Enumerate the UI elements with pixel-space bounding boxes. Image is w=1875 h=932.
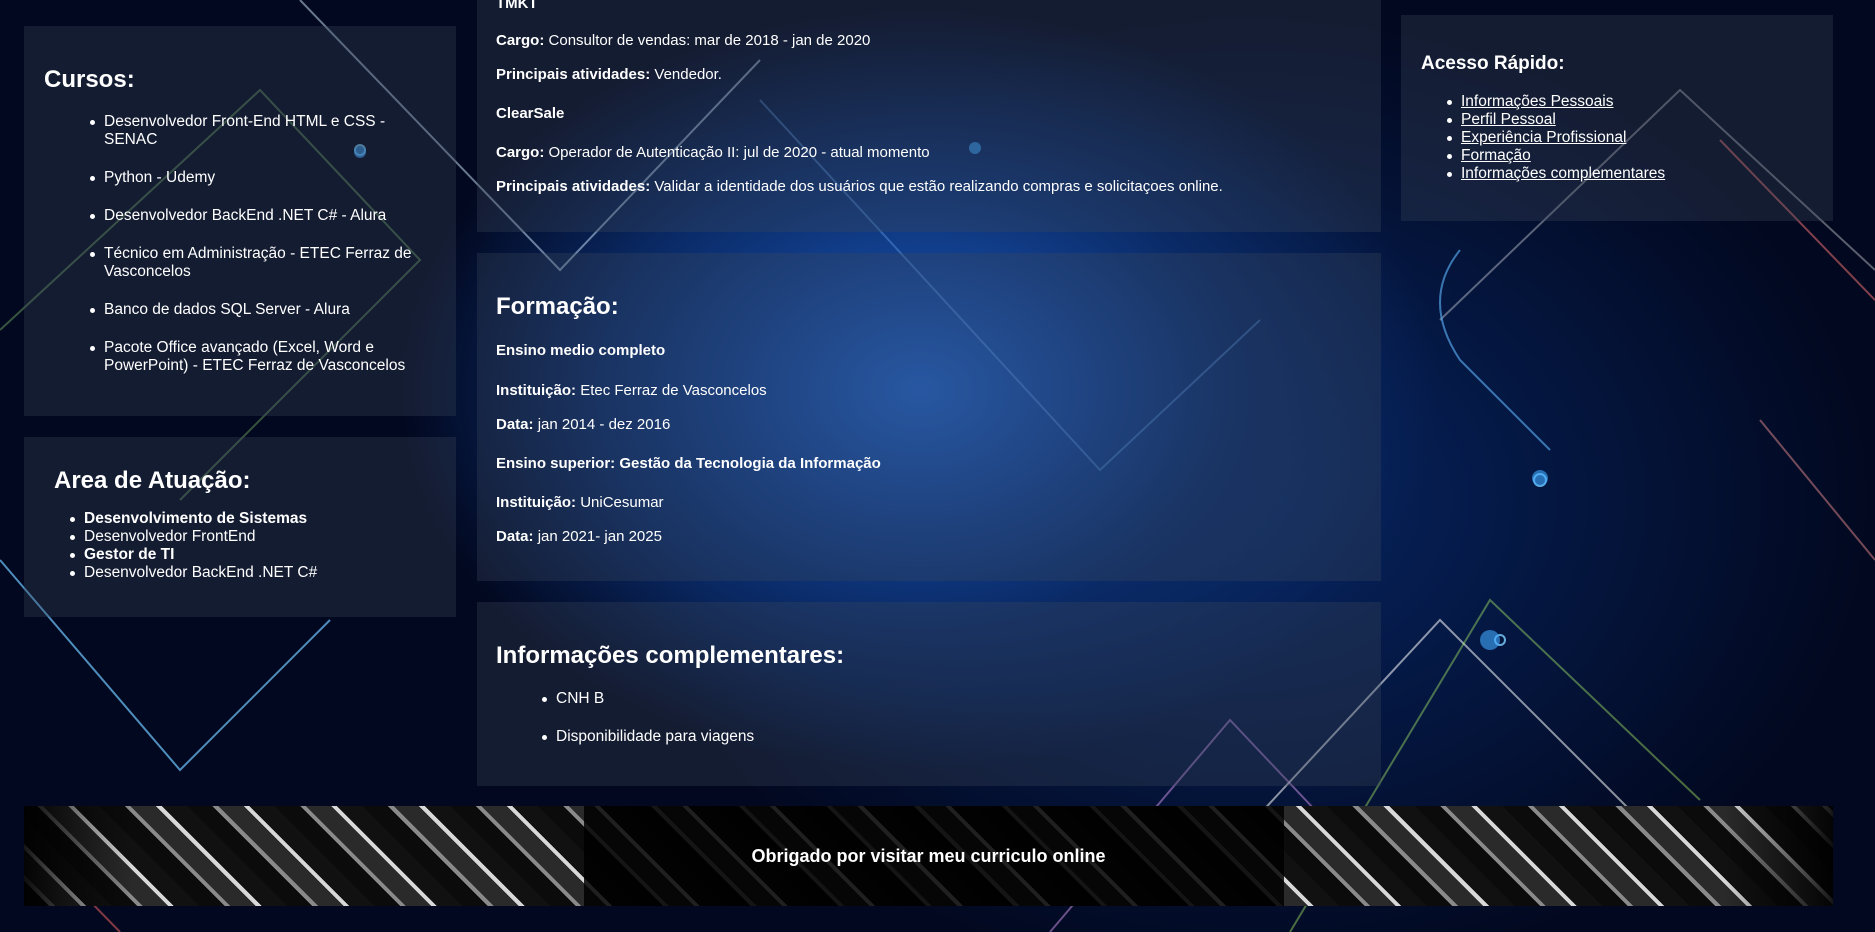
- activities-row: Principais atividades: Validar a identid…: [496, 178, 1223, 195]
- courses-title: Cursos:: [44, 66, 135, 93]
- list-item: Desenvolvimento de Sistemas: [69, 510, 317, 528]
- list-item: Desenvolvedor BackEnd .NET C#: [69, 564, 318, 581]
- link-personal-profile[interactable]: Perfil Pessoal: [1461, 111, 1556, 128]
- company-name: ClearSale: [496, 105, 565, 122]
- list-item: Desenvolvedor FrontEnd: [69, 528, 317, 546]
- list-item: Perfil Pessoal: [1446, 111, 1665, 129]
- course-name: Ensino superior: Gestão da Tecnologia da…: [496, 455, 881, 472]
- institution-row: Instituição: UniCesumar: [496, 494, 664, 511]
- link-additional-info[interactable]: Informações complementares: [1461, 165, 1665, 182]
- list-item: Formação: [1446, 147, 1665, 165]
- list-item: Técnico em Administração - ETEC Ferraz d…: [90, 245, 434, 281]
- additional-info-title: Informações complementares:: [496, 642, 845, 669]
- education-panel: Formação: Ensino medio completo Institui…: [477, 253, 1381, 581]
- link-personal-info[interactable]: Informações Pessoais: [1461, 93, 1614, 110]
- activities-row: Principais atividades: Vendedor.: [496, 66, 722, 83]
- date-row: Data: jan 2014 - dez 2016: [496, 416, 671, 433]
- list-item: Desenvolvedor BackEnd .NET C# - Alura: [90, 207, 434, 225]
- link-professional-experience[interactable]: Experiência Profissional: [1461, 129, 1626, 146]
- job-title-row: Cargo: Operador de Autenticação II: jul …: [496, 144, 930, 161]
- list-item: Pacote Office avançado (Excel, Word e Po…: [90, 339, 434, 375]
- list-item: Disponibilidade para viagens: [541, 728, 755, 745]
- job-title-row: Cargo: Consultor de vendas: mar de 2018 …: [496, 32, 871, 49]
- courses-list: Desenvolvedor Front-End HTML e CSS - SEN…: [90, 113, 434, 395]
- list-item: CNH B: [541, 690, 754, 708]
- additional-info-list: CNH B Disponibilidade para viagens: [541, 690, 755, 766]
- course-name: Ensino medio completo: [496, 342, 666, 359]
- list-item: Banco de dados SQL Server - Alura: [90, 301, 434, 319]
- list-item: Experiência Profissional: [1446, 129, 1665, 147]
- footer-text: Obrigado por visitar meu curriculo onlin…: [751, 846, 1106, 866]
- work-area-panel: Area de Atuação: Desenvolvimento de Sist…: [24, 437, 456, 617]
- list-item: Python - Udemy: [90, 169, 434, 187]
- quick-access-panel: Acesso Rápido: Informações Pessoais Perf…: [1401, 15, 1833, 221]
- education-title: Formação:: [496, 293, 619, 320]
- footer: Obrigado por visitar meu curriculo onlin…: [24, 806, 1833, 906]
- experience-panel: TMKT Cargo: Consultor de vendas: mar de …: [477, 0, 1381, 232]
- courses-panel: Cursos: Desenvolvedor Front-End HTML e C…: [24, 26, 456, 416]
- institution-row: Instituição: Etec Ferraz de Vasconcelos: [496, 382, 767, 399]
- list-item: Informações Pessoais: [1446, 93, 1665, 111]
- quick-access-list: Informações Pessoais Perfil Pessoal Expe…: [1446, 93, 1665, 183]
- additional-info-panel: Informações complementares: CNH B Dispon…: [477, 602, 1381, 786]
- quick-access-title: Acesso Rápido:: [1421, 53, 1565, 74]
- work-area-title: Area de Atuação:: [54, 467, 251, 494]
- list-item: Gestor de TI: [69, 546, 317, 564]
- list-item: Informações complementares: [1446, 165, 1665, 183]
- list-item: Desenvolvedor Front-End HTML e CSS - SEN…: [90, 113, 434, 149]
- work-area-list: Desenvolvimento de Sistemas Desenvolvedo…: [69, 510, 318, 582]
- date-row: Data: jan 2021- jan 2025: [496, 528, 662, 545]
- link-education[interactable]: Formação: [1461, 147, 1531, 164]
- company-name: TMKT: [496, 0, 538, 12]
